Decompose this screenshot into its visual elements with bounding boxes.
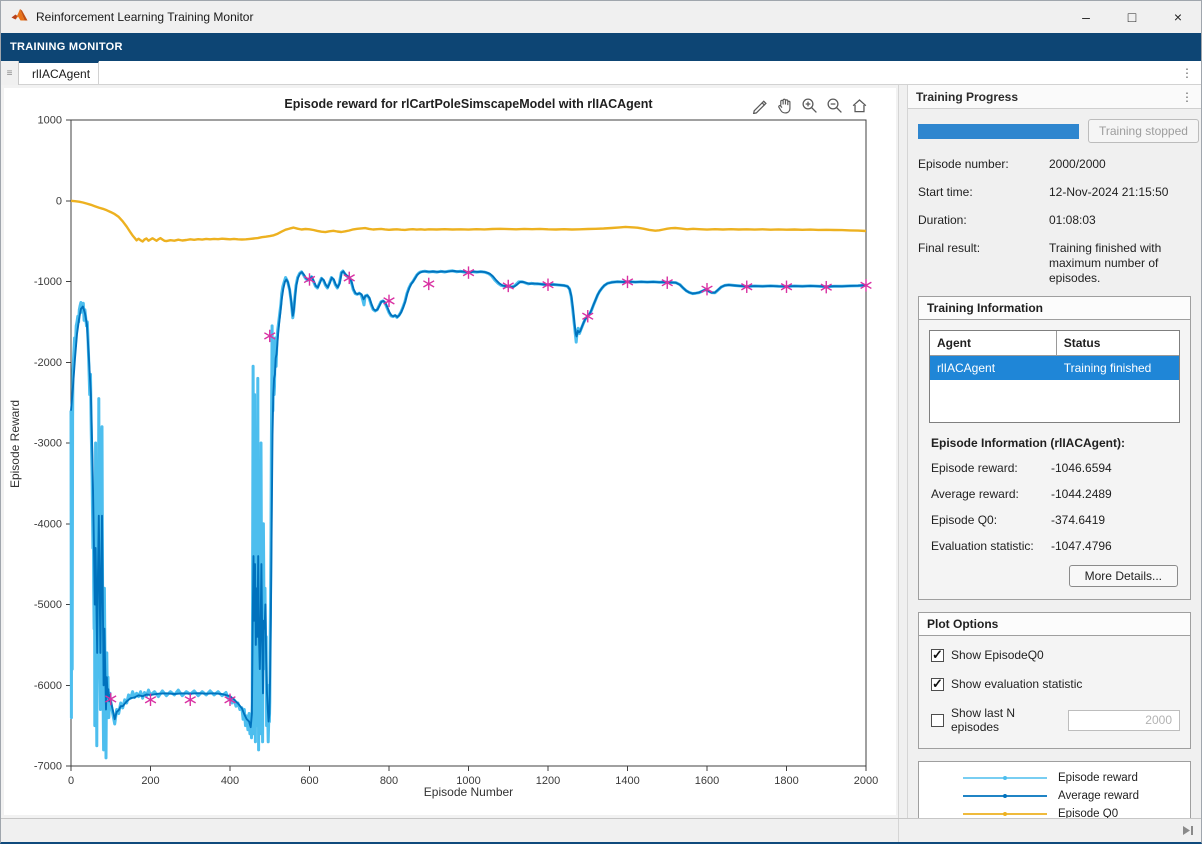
panel-actions-icon[interactable]: ⋮: [1181, 90, 1193, 104]
average-reward-line-sample: [961, 789, 1049, 803]
ribbon-bar: TRAINING MONITOR: [1, 33, 1201, 61]
average-reward-row: Average reward: -1044.2489: [931, 487, 1180, 501]
field-value: -1044.2489: [1051, 487, 1180, 501]
table-empty-area: [930, 380, 1179, 422]
show-episodeq0-checkbox[interactable]: [931, 649, 944, 662]
minimize-button[interactable]: –: [1063, 1, 1109, 33]
status-bar-divider: [898, 819, 899, 842]
svg-text:0: 0: [56, 195, 62, 207]
field-value: 12-Nov-2024 21:15:50: [1049, 185, 1191, 200]
document-area: Episode reward for rlCartPoleSimscapeMod…: [1, 85, 898, 818]
training-progress-bar: [918, 124, 1079, 139]
panel-title: Training Progress: [916, 90, 1018, 104]
agent-status-table: Agent Status rlIACAgent Training finishe…: [929, 330, 1180, 423]
svg-text:-1000: -1000: [34, 276, 62, 288]
svg-text:-7000: -7000: [34, 761, 62, 773]
n-episodes-input[interactable]: [1068, 710, 1180, 731]
chart-legend: Episode reward Average reward Episode Q0: [918, 761, 1191, 818]
field-label: Average reward:: [931, 487, 1051, 501]
svg-text:-6000: -6000: [34, 680, 62, 692]
evaluation-statistic-row: Evaluation statistic: -1047.4796: [931, 539, 1180, 553]
show-evaluation-statistic-option: Show evaluation statistic: [931, 677, 1180, 691]
cell-agent: rlIACAgent: [930, 356, 1056, 380]
episode-information-title: Episode Information (rlIACAgent):: [931, 436, 1180, 450]
field-value: -1047.4796: [1051, 539, 1180, 553]
episode-reward-row: Episode reward: -1046.6594: [931, 461, 1180, 475]
field-value: -374.6419: [1051, 513, 1180, 527]
legend-item-episode-q0: Episode Q0: [919, 805, 1190, 818]
column-header-status: Status: [1056, 331, 1179, 355]
field-label: Evaluation statistic:: [931, 539, 1051, 553]
svg-text:-5000: -5000: [34, 599, 62, 611]
episode-number-row: Episode number: 2000/2000: [918, 157, 1191, 172]
tab-rliacagent[interactable]: rlIACAgent: [19, 61, 99, 84]
episode-q0-row: Episode Q0: -374.6419: [931, 513, 1180, 527]
checkbox-label[interactable]: Show evaluation statistic: [951, 677, 1082, 691]
skip-to-end-icon[interactable]: [1181, 824, 1195, 842]
y-axis-label: Episode Reward: [8, 284, 22, 604]
tab-label: rlIACAgent: [32, 67, 90, 81]
svg-text:-3000: -3000: [34, 438, 62, 450]
maximize-button[interactable]: □: [1109, 1, 1155, 33]
legend-item-average-reward: Average reward: [919, 787, 1190, 805]
field-label: Start time:: [918, 185, 1049, 200]
plot-options-section: Plot Options Show EpisodeQ0 Show evaluat…: [918, 612, 1191, 749]
field-label: Duration:: [918, 213, 1049, 228]
field-value: 2000/2000: [1049, 157, 1191, 172]
episode-reward-line-sample: [961, 771, 1049, 785]
legend-item-episode-reward: Episode reward: [919, 769, 1190, 787]
section-title: Plot Options: [919, 613, 1190, 636]
show-evaluation-statistic-checkbox[interactable]: [931, 678, 944, 691]
svg-text:-2000: -2000: [34, 357, 62, 369]
final-result-row: Final result: Training finished with max…: [918, 241, 1191, 286]
field-label: Episode number:: [918, 157, 1049, 172]
app-window: Reinforcement Learning Training Monitor …: [0, 0, 1202, 844]
table-header-row: Agent Status: [930, 331, 1179, 356]
show-last-n-episodes-option: Show last N episodes: [931, 706, 1180, 734]
legend-label: Average reward: [1058, 790, 1139, 803]
start-time-row: Start time: 12-Nov-2024 21:15:50: [918, 185, 1191, 200]
status-bar: [1, 818, 1201, 842]
svg-text:-4000: -4000: [34, 518, 62, 530]
training-progress-panel: Training Progress ⋮ Training stopped Epi…: [908, 85, 1201, 818]
progress-fill: [918, 124, 1079, 139]
training-stopped-button[interactable]: Training stopped: [1088, 119, 1199, 143]
column-header-agent: Agent: [930, 331, 1056, 355]
duration-row: Duration: 01:08:03: [918, 213, 1191, 228]
panel-splitter[interactable]: [898, 85, 908, 818]
field-label: Final result:: [918, 241, 1049, 286]
document-list-button[interactable]: ≡: [1, 61, 19, 85]
checkbox-label[interactable]: Show EpisodeQ0: [951, 648, 1044, 662]
show-last-n-episodes-checkbox[interactable]: [931, 714, 944, 727]
svg-text:1000: 1000: [38, 115, 62, 127]
field-value: 01:08:03: [1049, 213, 1191, 228]
checkbox-label[interactable]: Show last N episodes: [951, 706, 1061, 734]
matlab-logo-icon: [11, 7, 28, 28]
episode-q0-line-sample: [961, 807, 1049, 818]
training-information-section: Training Information Agent Status rlIACA…: [918, 296, 1191, 600]
document-tab-strip: ≡ rlIACAgent ⋮: [1, 61, 1201, 85]
x-axis-label: Episode Number: [71, 785, 866, 799]
training-plot[interactable]: 1000 0 -1000 -2000 -3000 -4000 -5000 -6000 -7000…: [1, 85, 898, 818]
close-button[interactable]: ×: [1155, 1, 1201, 33]
field-value: -1046.6594: [1051, 461, 1180, 475]
legend-label: Episode reward: [1058, 772, 1138, 785]
window-title: Reinforcement Learning Training Monitor: [36, 10, 253, 24]
field-label: Episode Q0:: [931, 513, 1051, 527]
legend-label: Episode Q0: [1058, 808, 1118, 819]
cell-status: Training finished: [1056, 356, 1179, 380]
document-actions-icon[interactable]: ⋮: [1179, 61, 1195, 85]
more-details-button[interactable]: More Details...: [1069, 565, 1178, 587]
section-title: Training Information: [919, 297, 1190, 320]
field-value: Training finished with maximum number of…: [1049, 241, 1191, 286]
field-label: Episode reward:: [931, 461, 1051, 475]
show-episodeq0-option: Show EpisodeQ0: [931, 648, 1180, 662]
title-bar: Reinforcement Learning Training Monitor …: [1, 1, 1201, 33]
tab-training-monitor[interactable]: TRAINING MONITOR: [10, 41, 123, 53]
table-row[interactable]: rlIACAgent Training finished: [930, 356, 1179, 380]
